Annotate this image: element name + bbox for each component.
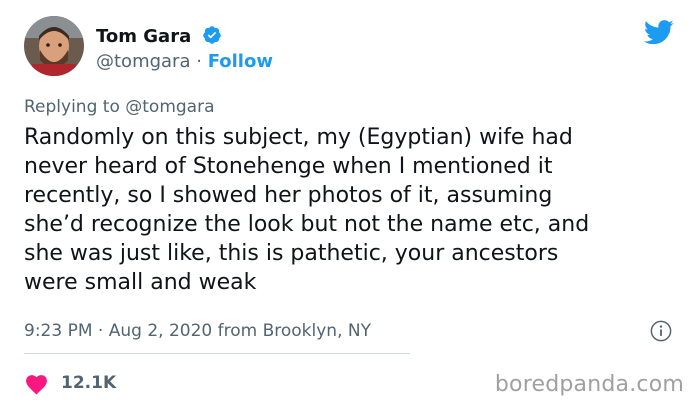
meta-separator: ·: [97, 321, 104, 341]
watermark: boredpanda.com: [494, 372, 684, 397]
follow-button[interactable]: Follow: [208, 51, 273, 72]
like-button[interactable]: 12.1K: [24, 370, 116, 396]
meta-from-label: from: [217, 321, 258, 341]
tweet-metadata: 9:23 PM · Aug 2, 2020 from Brooklyn, NY: [24, 320, 371, 342]
verified-badge-icon: [202, 26, 221, 44]
author-name-text: Tom Gara: [96, 26, 192, 47]
tweet-text-line: she’d recognize the look but not the nam…: [24, 212, 590, 237]
twitter-bird-icon[interactable]: [644, 20, 674, 45]
info-icon[interactable]: [650, 320, 672, 342]
tweet-location[interactable]: Brooklyn, NY: [263, 321, 371, 341]
tweet-text-line: she was just like, this is pathetic, you…: [24, 241, 559, 266]
tweet-text-line: never heard of Stonehenge when I mention…: [24, 154, 553, 179]
divider: [24, 353, 410, 354]
tweet-card: Tom Gara @tomgara · Follow Replying to @…: [0, 0, 700, 410]
tweet-text-line: were small and weak: [24, 270, 257, 295]
author-handle[interactable]: @tomgara: [96, 51, 191, 72]
tweet-text-line: recently, so I showed her photos of it, …: [24, 183, 553, 208]
tweet-date[interactable]: Aug 2, 2020: [109, 321, 213, 341]
replying-to-label: Replying to: [24, 97, 120, 117]
tweet-time[interactable]: 9:23 PM: [24, 321, 93, 341]
heart-icon: [26, 374, 47, 395]
tweet-text: Randomly on this subject, my (Egyptian) …: [24, 123, 684, 297]
avatar-image: [24, 16, 84, 76]
author-name[interactable]: Tom Gara: [96, 25, 222, 48]
tweet-text-line: Randomly on this subject, my (Egyptian) …: [24, 125, 573, 150]
replying-to-mention[interactable]: @tomgara: [125, 97, 214, 117]
replying-to-line: Replying to @tomgara: [24, 96, 215, 118]
handle-separator: ·: [196, 51, 202, 72]
author-handle-row: @tomgara · Follow: [96, 51, 273, 73]
avatar[interactable]: [24, 16, 84, 76]
like-count: 12.1K: [61, 373, 117, 393]
